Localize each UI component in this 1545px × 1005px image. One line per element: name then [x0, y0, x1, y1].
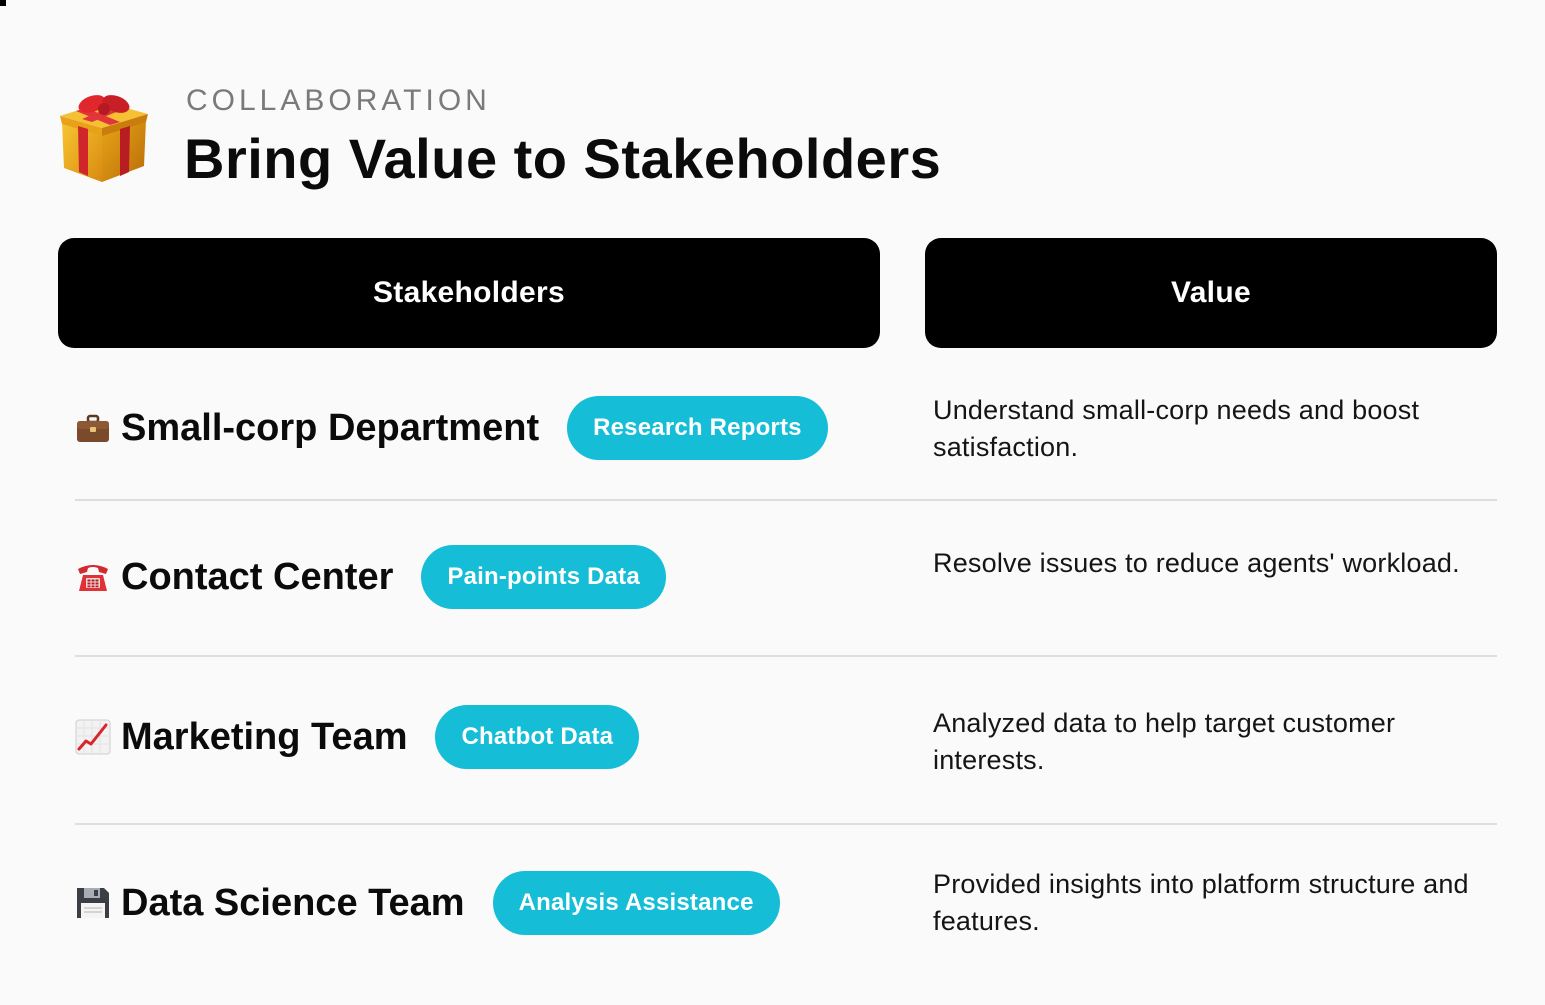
gift-icon — [60, 95, 148, 182]
stakeholders-header-label: Stakeholders — [372, 276, 565, 309]
data-tag-pill: Chatbot Data — [435, 705, 640, 769]
stakeholder-name: Contact Center — [121, 555, 394, 598]
section-eyebrow: COLLABORATION — [186, 84, 491, 117]
corner-mark — [0, 0, 6, 6]
stakeholder-cell: Contact Center Pain-points Data — [75, 545, 666, 609]
stakeholder-name: Small-corp Department — [121, 406, 540, 449]
page-title: Bring Value to Stakeholders — [184, 127, 942, 190]
stakeholder-name: Data Science Team — [121, 881, 465, 924]
row-divider — [75, 823, 1497, 825]
stakeholder-cell: Data Science Team Analysis Assistance — [75, 871, 780, 935]
table-row: Data Science Team Analysis Assistance Pr… — [75, 866, 1497, 946]
data-tag-pill: Research Reports — [567, 396, 828, 460]
stakeholder-cell: Marketing Team Chatbot Data — [75, 705, 640, 769]
stakeholder-cell: Small-corp Department Research Reports — [75, 396, 828, 460]
stakeholder-name: Marketing Team — [121, 715, 408, 758]
value-description: Resolve issues to reduce agents' workloa… — [933, 548, 1460, 578]
data-tag-pill: Pain-points Data — [421, 545, 666, 609]
value-column-header: Value — [925, 238, 1497, 348]
value-description: Understand small-corp needs and boost sa… — [933, 395, 1420, 462]
value-header-label: Value — [1171, 276, 1251, 309]
row-divider — [75, 655, 1497, 657]
row-divider — [75, 499, 1497, 501]
briefcase-icon — [77, 414, 109, 442]
chart-increasing-icon — [75, 719, 111, 755]
table-row: Marketing Team Chatbot Data Analyzed dat… — [75, 705, 1497, 785]
table-row: Small-corp Department Research Reports U… — [75, 392, 1497, 472]
value-description: Analyzed data to help target customer in… — [933, 708, 1396, 775]
stakeholders-column-header: Stakeholders — [58, 238, 880, 348]
table-row: Contact Center Pain-points Data Resolve … — [75, 545, 1497, 625]
telephone-icon — [78, 565, 108, 591]
value-description: Provided insights into platform structur… — [933, 869, 1469, 936]
floppy-disk-icon — [77, 888, 109, 918]
data-tag-pill: Analysis Assistance — [492, 871, 780, 935]
